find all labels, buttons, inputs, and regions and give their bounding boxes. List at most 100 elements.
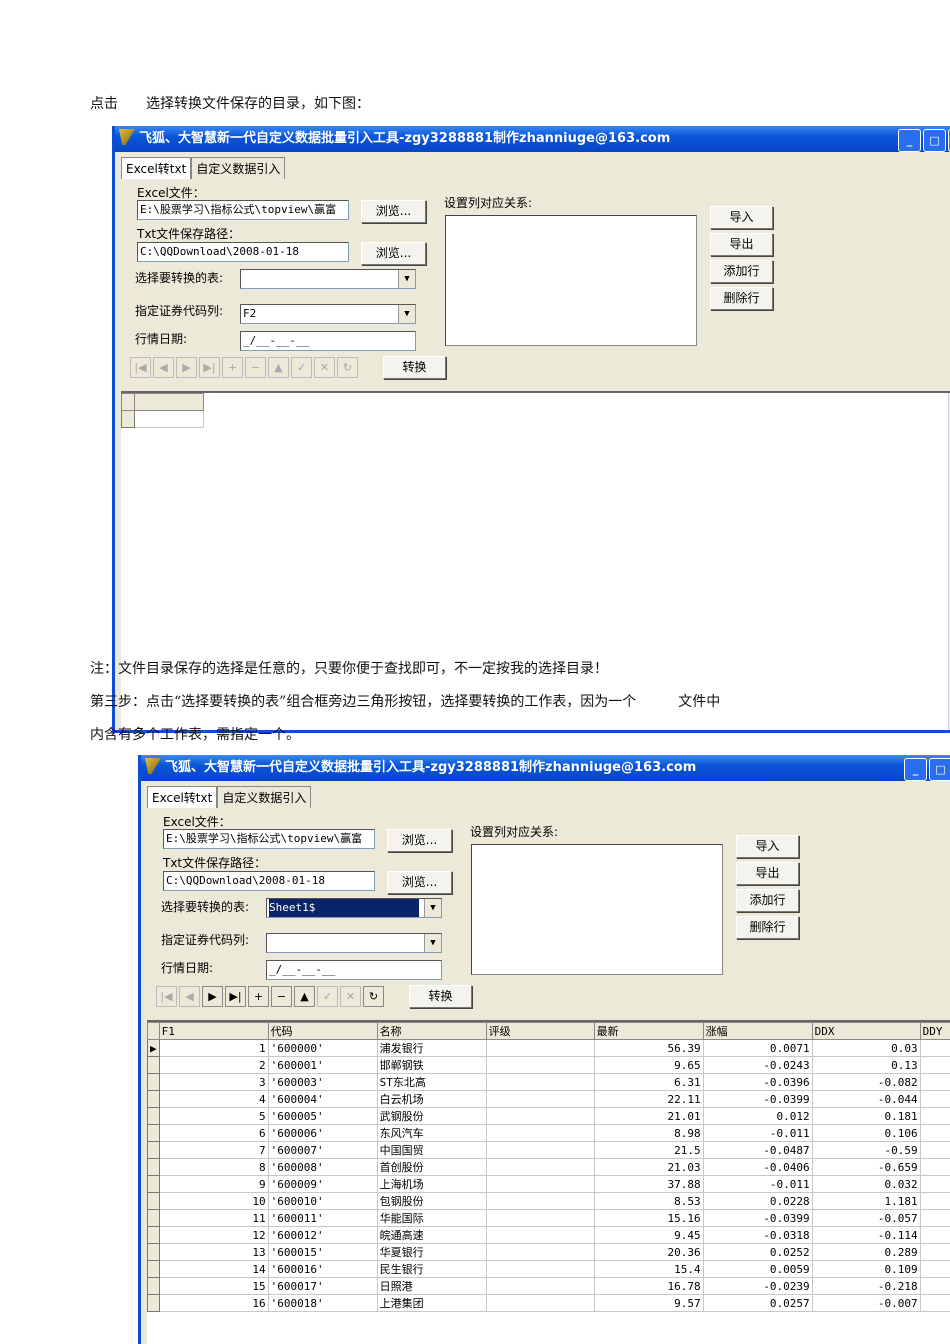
row-indicator[interactable] (147, 1073, 160, 1091)
table-row[interactable]: 13'600015' 华夏银行 20.36 0.0252 0.289 (147, 1243, 950, 1261)
minimize-button[interactable]: _ (904, 758, 927, 781)
table-row[interactable]: 14'600016' 民生银行 15.4 0.0059 0.109 (147, 1260, 950, 1278)
row-indicator[interactable] (147, 1243, 160, 1261)
convert-button[interactable]: 转换 (383, 356, 446, 379)
row-indicator[interactable] (147, 1022, 160, 1040)
add-row-button[interactable]: 添加行 (710, 260, 773, 283)
row-indicator[interactable] (147, 1277, 160, 1295)
column-header[interactable]: 代码 (267, 1022, 378, 1040)
date-input[interactable]: _/__-__-__ (240, 331, 416, 351)
table-row[interactable]: 8'600008' 首创股份 21.03 -0.0406 -0.659 (147, 1158, 950, 1176)
row-indicator[interactable] (147, 1294, 160, 1312)
import-button[interactable]: 导入 (736, 835, 799, 858)
post-record-icon[interactable]: ✓ (291, 357, 312, 378)
chevron-down-icon[interactable]: ▼ (424, 934, 441, 952)
sheet-combo[interactable]: Sheet1$ ▼ (266, 898, 442, 918)
refresh-icon[interactable]: ↻ (337, 357, 358, 378)
table-row[interactable]: 16'600018' 上港集团 9.57 0.0257 -0.007 (147, 1294, 950, 1312)
txt-path-input[interactable]: C:\QQDownload\2008-01-18 (163, 871, 375, 891)
row-indicator[interactable] (147, 1192, 160, 1210)
column-mapping-list[interactable] (471, 844, 723, 975)
table-row[interactable]: 7'600007' 中国国贸 21.5 -0.0487 -0.59 (147, 1141, 950, 1159)
tab-custom-import[interactable]: 自定义数据引入 (191, 157, 286, 179)
excel-file-input[interactable]: E:\股票学习\指标公式\topview\赢富 (137, 200, 349, 220)
row-indicator[interactable] (147, 1090, 160, 1108)
prior-record-icon[interactable]: ◀ (179, 986, 200, 1007)
table-row[interactable]: 5'600005' 武钢股份 21.01 0.012 0.181 (147, 1107, 950, 1125)
post-record-icon[interactable]: ✓ (317, 986, 338, 1007)
next-record-icon[interactable]: ▶ (202, 986, 223, 1007)
data-grid[interactable] (121, 391, 950, 730)
row-indicator[interactable] (147, 1209, 160, 1227)
maximize-button[interactable]: □ (923, 129, 946, 152)
row-indicator[interactable] (147, 1124, 160, 1142)
column-header[interactable]: 最新 (593, 1022, 704, 1040)
delete-record-icon[interactable]: − (245, 357, 266, 378)
export-button[interactable]: 导出 (710, 233, 773, 256)
delete-row-button[interactable]: 删除行 (710, 287, 773, 310)
table-row[interactable]: 15'600017' 日照港 16.78 -0.0239 -0.218 (147, 1277, 950, 1295)
date-input[interactable]: _/__-__-__ (266, 960, 442, 980)
title-bar[interactable]: 飞狐、大智慧新一代自定义数据批量引入工具-zgy3288881制作zhanniu… (115, 126, 950, 152)
table-row[interactable]: 2'600001' 邯郸钢铁 9.65 -0.0243 0.13 (147, 1056, 950, 1074)
excel-file-input[interactable]: E:\股票学习\指标公式\topview\赢富 (163, 829, 375, 849)
chevron-down-icon[interactable]: ▼ (398, 305, 415, 323)
column-header[interactable]: F1 (158, 1022, 269, 1040)
next-record-icon[interactable]: ▶ (176, 357, 197, 378)
last-record-icon[interactable]: ▶| (199, 357, 220, 378)
first-record-icon[interactable]: |◀ (156, 986, 177, 1007)
convert-button[interactable]: 转换 (409, 985, 472, 1008)
browse-txt-button[interactable]: 浏览... (387, 871, 452, 894)
first-record-icon[interactable]: |◀ (130, 357, 151, 378)
table-row[interactable]: 3'600003' ST东北高 6.31 -0.0396 -0.082 (147, 1073, 950, 1091)
prior-record-icon[interactable]: ◀ (153, 357, 174, 378)
title-bar[interactable]: 飞狐、大智慧新一代自定义数据批量引入工具-zgy3288881制作zhanniu… (141, 755, 950, 781)
data-grid[interactable]: F1 代码 名称 评级 最新 涨幅 DDX DDY ▶ 1'600000' 浦发银行 56.39 0.0… (147, 1020, 950, 1344)
txt-path-input[interactable]: C:\QQDownload\2008-01-18 (137, 242, 349, 262)
tab-excel-to-txt[interactable]: Excel转txt (121, 157, 192, 179)
add-row-button[interactable]: 添加行 (736, 889, 799, 912)
row-indicator[interactable] (147, 1260, 160, 1278)
code-column-combo[interactable]: ▼ (266, 933, 442, 953)
row-indicator[interactable] (147, 1175, 160, 1193)
insert-record-icon[interactable]: + (222, 357, 243, 378)
chevron-down-icon[interactable]: ▼ (398, 270, 415, 288)
row-indicator[interactable] (147, 1107, 160, 1125)
row-indicator[interactable] (147, 1226, 160, 1244)
row-indicator[interactable] (147, 1158, 160, 1176)
import-button[interactable]: 导入 (710, 206, 773, 229)
export-button[interactable]: 导出 (736, 862, 799, 885)
table-row[interactable]: 12'600012' 皖通高速 9.45 -0.0318 -0.114 (147, 1226, 950, 1244)
browse-excel-button[interactable]: 浏览... (387, 829, 452, 852)
delete-record-icon[interactable]: − (271, 986, 292, 1007)
column-header[interactable]: 名称 (376, 1022, 487, 1040)
row-indicator[interactable] (147, 1056, 160, 1074)
cancel-record-icon[interactable]: ✕ (340, 986, 361, 1007)
insert-record-icon[interactable]: + (248, 986, 269, 1007)
edit-record-icon[interactable]: ▲ (268, 357, 289, 378)
row-indicator[interactable] (121, 393, 135, 411)
last-record-icon[interactable]: ▶| (225, 986, 246, 1007)
table-row[interactable]: 11'600011' 华能国际 15.16 -0.0399 -0.057 (147, 1209, 950, 1227)
column-header[interactable]: DDX (811, 1022, 921, 1040)
maximize-button[interactable]: □ (929, 758, 950, 781)
column-header[interactable]: 涨幅 (702, 1022, 813, 1040)
column-header[interactable]: 评级 (485, 1022, 595, 1040)
column-mapping-list[interactable] (445, 215, 697, 346)
edit-record-icon[interactable]: ▲ (294, 986, 315, 1007)
chevron-down-icon[interactable]: ▼ (424, 899, 441, 917)
tab-custom-import[interactable]: 自定义数据引入 (217, 786, 312, 808)
delete-row-button[interactable]: 删除行 (736, 916, 799, 939)
table-row[interactable]: 9'600009' 上海机场 37.88 -0.011 0.032 (147, 1175, 950, 1193)
table-row[interactable]: 4'600004' 白云机场 22.11 -0.0399 -0.044 (147, 1090, 950, 1108)
browse-excel-button[interactable]: 浏览... (361, 200, 426, 223)
column-header[interactable]: DDY (919, 1022, 950, 1040)
cancel-record-icon[interactable]: ✕ (314, 357, 335, 378)
tab-excel-to-txt[interactable]: Excel转txt (147, 786, 218, 808)
row-indicator[interactable] (147, 1141, 160, 1159)
table-row[interactable]: 10'600010' 包钢股份 8.53 0.0228 1.181 (147, 1192, 950, 1210)
row-indicator[interactable] (121, 410, 135, 428)
browse-txt-button[interactable]: 浏览... (361, 242, 426, 265)
minimize-button[interactable]: _ (898, 129, 921, 152)
code-column-combo[interactable]: F2 ▼ (240, 304, 416, 324)
